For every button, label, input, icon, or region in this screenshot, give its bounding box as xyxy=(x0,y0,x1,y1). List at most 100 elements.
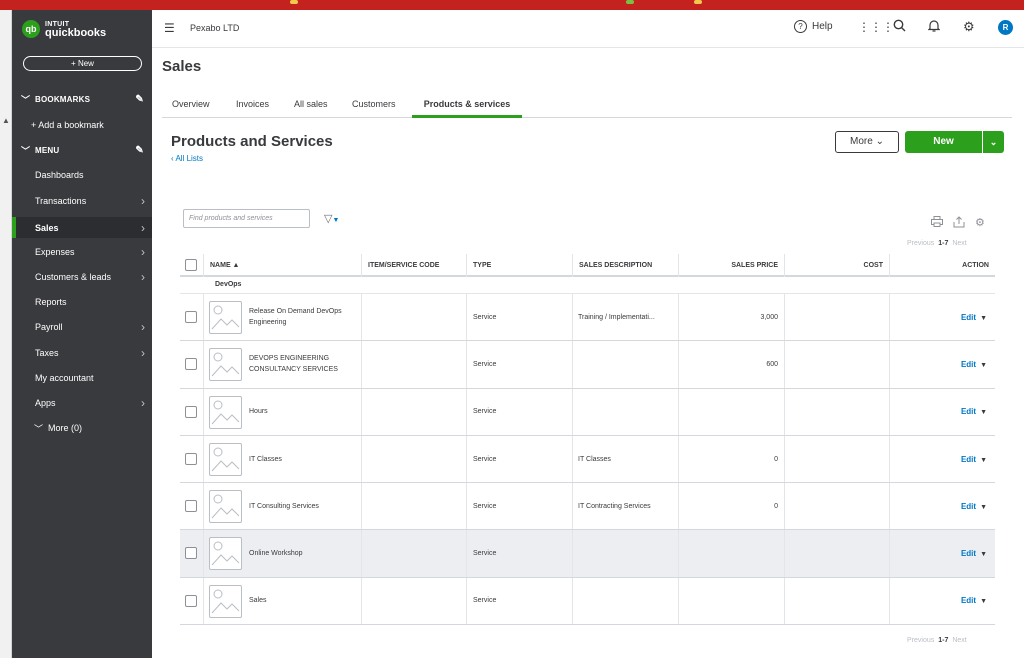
gear-icon[interactable]: ⚙ xyxy=(963,19,975,35)
pager-range: 1-7 xyxy=(938,637,949,644)
window-edge: ▲ xyxy=(0,10,12,658)
print-icon[interactable] xyxy=(931,216,943,230)
type-cell: Service xyxy=(466,483,572,530)
avatar[interactable]: R xyxy=(998,20,1013,35)
search-icon[interactable] xyxy=(893,19,906,35)
product-name[interactable]: IT Classes xyxy=(249,454,359,465)
more-button[interactable]: More ⌄ xyxy=(835,131,899,153)
row-checkbox[interactable] xyxy=(185,500,197,513)
caret-down-icon[interactable]: ▼ xyxy=(980,598,987,605)
table-row[interactable]: Release On Demand DevOps Engineering Ser… xyxy=(180,294,995,342)
edit-button[interactable]: Edit ▼ xyxy=(961,313,987,322)
tab-invoices[interactable]: Invoices xyxy=(236,99,269,118)
row-checkbox[interactable] xyxy=(185,452,197,465)
bell-icon[interactable] xyxy=(927,19,941,35)
product-name[interactable]: IT Consulting Services xyxy=(249,501,359,512)
column-name[interactable]: NAME ▲ xyxy=(203,254,361,277)
sidebar-item-sales[interactable]: Sales › xyxy=(12,217,152,238)
image-placeholder-icon[interactable] xyxy=(209,348,242,382)
sidebar-item-apps[interactable]: Apps › xyxy=(12,394,152,412)
product-name[interactable]: DEVOPS ENGINEERING CONSULTANCY SERVICES xyxy=(249,353,359,375)
new-dropdown-chevron-icon[interactable]: ⌄ xyxy=(983,131,1004,153)
edit-button[interactable]: Edit ▼ xyxy=(961,502,987,511)
edit-button[interactable]: Edit ▼ xyxy=(961,407,987,416)
row-checkbox[interactable] xyxy=(185,358,197,371)
add-bookmark[interactable]: + Add a bookmark xyxy=(12,116,152,134)
table-row[interactable]: Sales Service Edit ▼ xyxy=(180,577,995,626)
tab-all-sales[interactable]: All sales xyxy=(294,99,328,118)
table-row[interactable]: Hours Service Edit ▼ xyxy=(180,388,995,436)
edit-button[interactable]: Edit ▼ xyxy=(961,455,987,464)
tab-products-services[interactable]: Products & services xyxy=(412,99,522,118)
row-checkbox[interactable] xyxy=(185,311,197,323)
sidebar-item-expenses[interactable]: Expenses › xyxy=(12,243,152,261)
row-checkbox[interactable] xyxy=(185,405,197,418)
table-row[interactable]: IT Consulting Services Service IT Contra… xyxy=(180,483,995,531)
edit-pencil-icon[interactable]: ✎ xyxy=(135,94,144,105)
sidebar-item-taxes[interactable]: Taxes › xyxy=(12,344,152,362)
sidebar-item-label: Expenses xyxy=(35,247,75,257)
table-row[interactable]: DEVOPS ENGINEERING CONSULTANCY SERVICES … xyxy=(180,341,995,389)
sidebar-item-payroll[interactable]: Payroll › xyxy=(12,318,152,336)
pager-previous[interactable]: Previous xyxy=(907,637,934,644)
select-all-checkbox[interactable] xyxy=(185,259,197,271)
hamburger-menu-icon[interactable]: ☰ xyxy=(164,21,175,35)
edit-button[interactable]: Edit ▼ xyxy=(961,596,987,605)
product-name[interactable]: Release On Demand DevOps Engineering xyxy=(249,306,359,328)
image-placeholder-icon[interactable] xyxy=(209,537,242,571)
sidebar-item-customers-leads[interactable]: Customers & leads › xyxy=(12,268,152,286)
image-placeholder-icon[interactable] xyxy=(209,301,242,334)
row-checkbox[interactable] xyxy=(185,594,197,607)
edit-pencil-icon[interactable]: ✎ xyxy=(135,145,144,156)
pager-bottom: Previous 1-7 Next xyxy=(907,637,967,644)
caret-down-icon[interactable]: ▼ xyxy=(980,315,987,322)
settings-gear-icon[interactable]: ⚙ xyxy=(975,216,985,229)
edit-button[interactable]: Edit ▼ xyxy=(961,360,987,369)
edit-label: Edit xyxy=(960,359,977,369)
column-sales-description[interactable]: SALES DESCRIPTION xyxy=(572,254,678,277)
caret-down-icon[interactable]: ▼ xyxy=(980,457,987,464)
sidebar-item-my-accountant[interactable]: My accountant xyxy=(12,369,152,387)
sidebar-new-button[interactable]: + New xyxy=(23,56,142,71)
product-name[interactable]: Sales xyxy=(249,595,359,606)
cost-cell xyxy=(784,530,889,577)
sidebar-item-dashboards[interactable]: Dashboards xyxy=(12,166,152,184)
table-row[interactable]: Online Workshop Service Edit ▼ xyxy=(180,530,995,578)
new-button[interactable]: New xyxy=(905,131,982,153)
help-button[interactable]: ? Help xyxy=(794,20,833,33)
column-sales-price[interactable]: SALES PRICE xyxy=(678,254,784,277)
caret-down-icon[interactable]: ▼ xyxy=(980,409,987,416)
caret-down-icon[interactable]: ▼ xyxy=(980,504,987,511)
collapse-caret-icon[interactable]: ▲ xyxy=(2,116,10,125)
sidebar-item-reports[interactable]: Reports xyxy=(12,293,152,311)
all-lists-link[interactable]: ‹ All Lists xyxy=(171,154,203,163)
column-cost[interactable]: COST xyxy=(784,254,889,277)
tab-customers[interactable]: Customers xyxy=(352,99,396,118)
column-type[interactable]: TYPE xyxy=(466,254,572,277)
image-placeholder-icon[interactable] xyxy=(209,490,242,524)
caret-down-icon[interactable]: ▼ xyxy=(980,551,987,558)
apps-grid-icon[interactable]: ⋮⋮⋮ xyxy=(858,20,894,34)
caret-down-icon[interactable]: ▼ xyxy=(980,362,987,369)
tab-overview[interactable]: Overview xyxy=(172,99,210,118)
pager-next[interactable]: Next xyxy=(952,637,966,644)
edit-button[interactable]: Edit ▼ xyxy=(961,549,987,558)
menu-header[interactable]: ﹀ MENU ✎ xyxy=(12,141,152,159)
sidebar-more[interactable]: ﹀ More (0) xyxy=(12,419,152,437)
pager-previous[interactable]: Previous xyxy=(907,240,934,247)
sidebar-item-transactions[interactable]: Transactions › xyxy=(12,192,152,210)
table-row[interactable]: IT Classes Service IT Classes 0 Edit ▼ xyxy=(180,435,995,484)
export-icon[interactable] xyxy=(953,216,965,231)
search-input[interactable]: Find products and services xyxy=(183,209,310,228)
bookmarks-header[interactable]: ﹀ BOOKMARKS ✎ xyxy=(12,90,152,108)
quickbooks-logo[interactable]: qb intuit quickbooks xyxy=(22,20,106,39)
row-checkbox[interactable] xyxy=(185,547,197,560)
product-name[interactable]: Hours xyxy=(249,406,359,417)
product-name[interactable]: Online Workshop xyxy=(249,548,359,559)
pager-next[interactable]: Next xyxy=(952,240,966,247)
image-placeholder-icon[interactable] xyxy=(209,584,242,618)
image-placeholder-icon[interactable] xyxy=(209,395,242,429)
filter-button[interactable]: ▽▼ xyxy=(324,212,339,225)
image-placeholder-icon[interactable] xyxy=(209,442,242,476)
column-item-code[interactable]: ITEM/SERVICE CODE xyxy=(361,254,466,277)
